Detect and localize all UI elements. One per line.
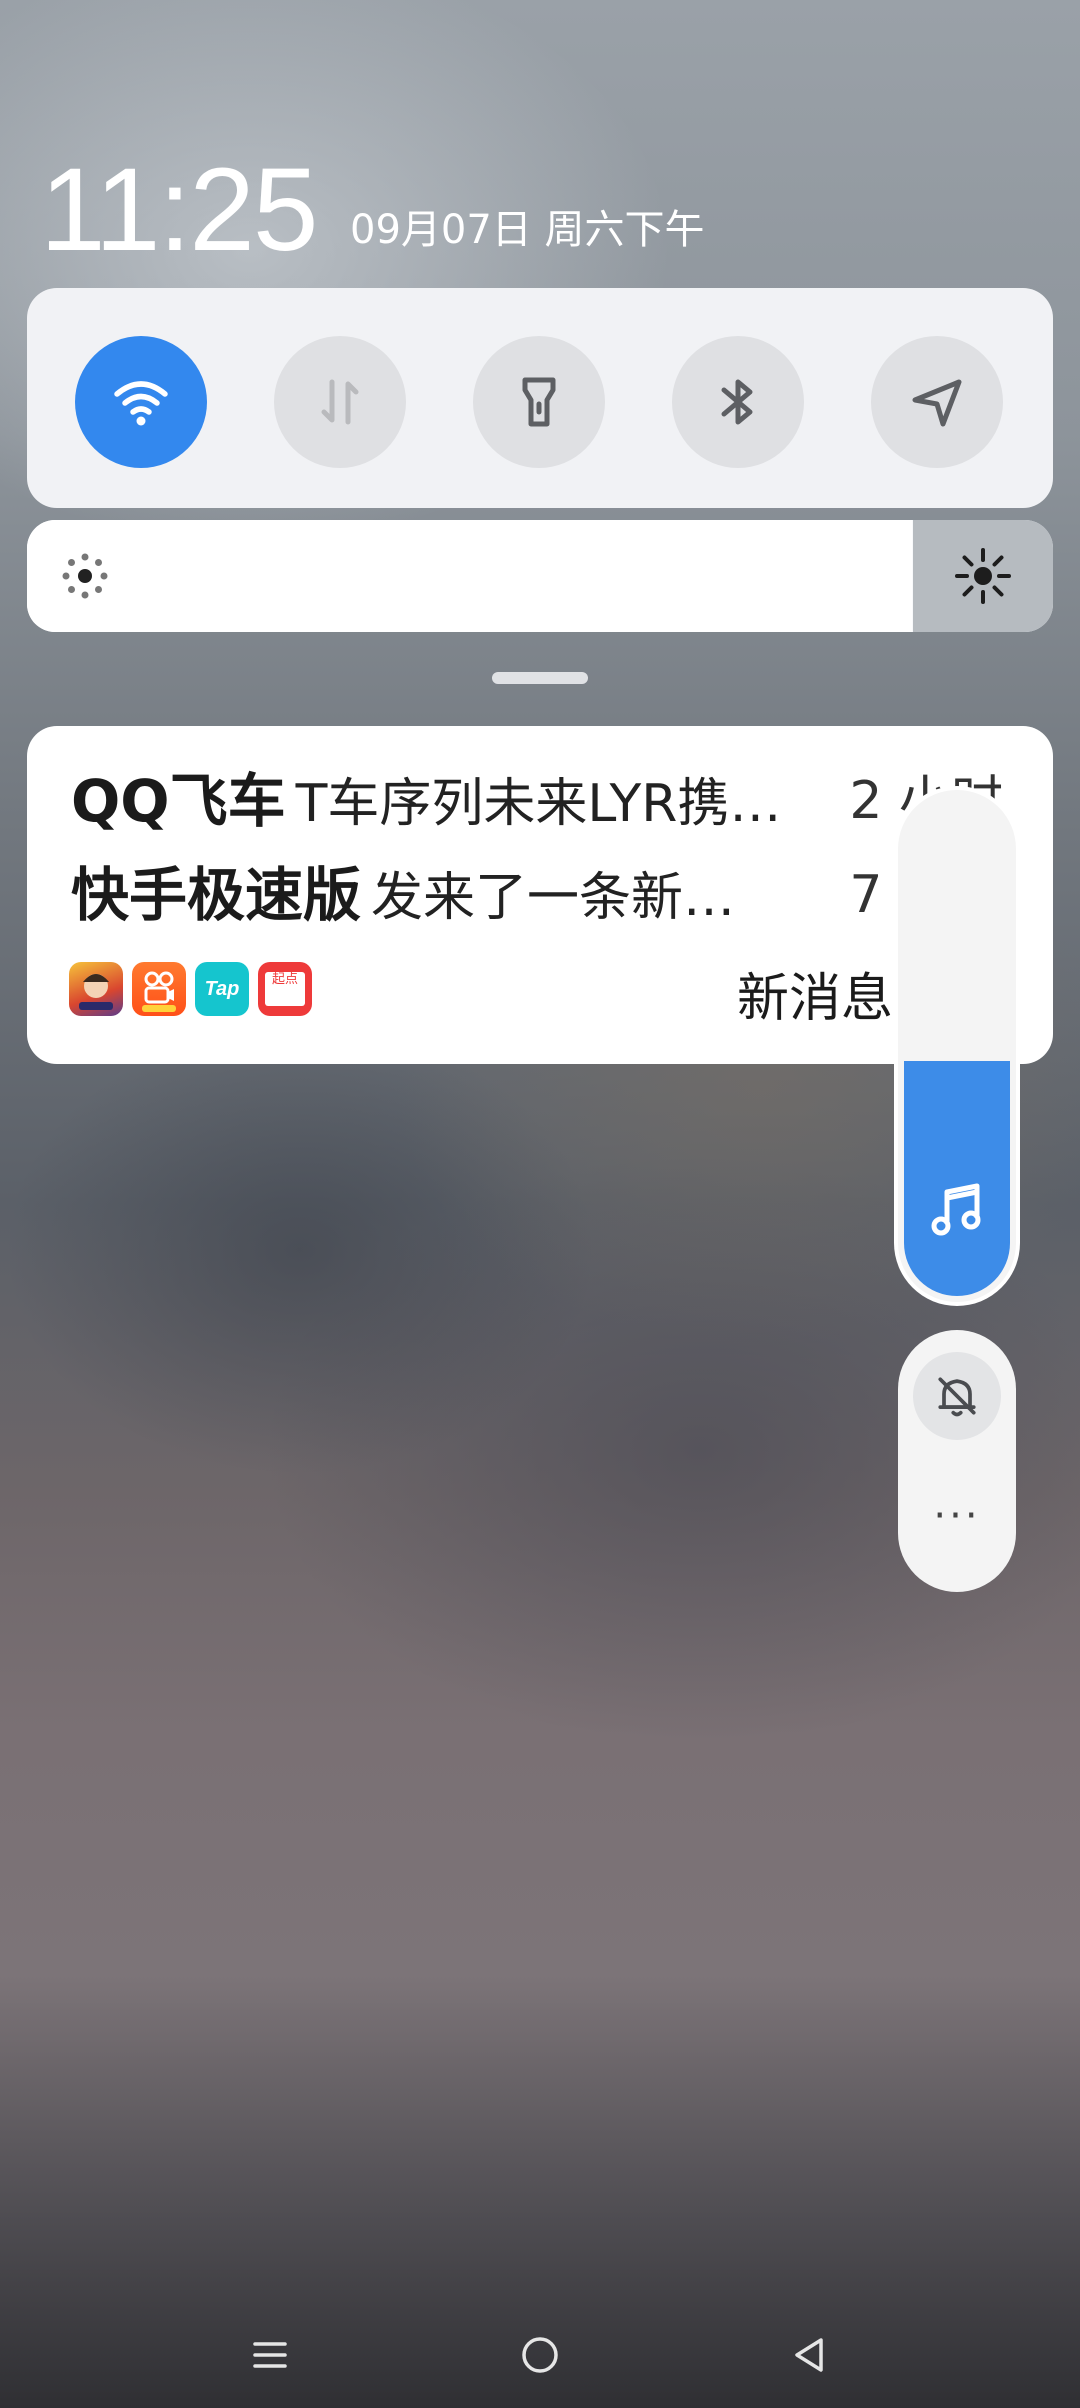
wifi-toggle[interactable]: [75, 336, 207, 468]
new-messages-label[interactable]: 新消息: [737, 964, 893, 1034]
location-toggle[interactable]: [871, 336, 1003, 468]
clock-date: 09月07日 周六下午: [350, 207, 705, 253]
brightness-fill: [27, 520, 912, 632]
home-icon[interactable]: [515, 2330, 565, 2380]
taptap-app-icon: Tap: [195, 962, 249, 1016]
brightness-high-area[interactable]: [913, 520, 1053, 632]
taptap-logo-text: Tap: [204, 977, 240, 1000]
volume-slider[interactable]: [898, 790, 1016, 1302]
ring-mode-panel: ···: [898, 1330, 1016, 1592]
location-icon: [912, 379, 962, 427]
qq-speed-app-icon: [69, 962, 123, 1016]
bluetooth-toggle[interactable]: [672, 336, 804, 468]
kuaishou-lite-app-icon: [132, 962, 186, 1016]
notification-app-name: 快手极速版: [71, 861, 362, 929]
qidian-logo-text: 起点: [271, 972, 298, 987]
app-icons-row: Tap 起点: [69, 962, 312, 1016]
brightness-high-icon: [955, 548, 1011, 604]
navigation-bar: [0, 2320, 1080, 2390]
back-icon[interactable]: [785, 2330, 835, 2380]
notification-text: T车序列未来LYR携…: [295, 774, 782, 834]
bell-off-icon: [938, 1377, 976, 1417]
bluetooth-icon: [721, 379, 753, 425]
wifi-icon: [114, 381, 168, 426]
flashlight-toggle[interactable]: [473, 336, 605, 468]
menu-icon[interactable]: [245, 2330, 295, 2380]
flashlight-icon: [522, 377, 556, 427]
qidian-app-icon: 起点: [258, 962, 312, 1016]
ring-mode-button[interactable]: [913, 1352, 1001, 1440]
brightness-low-icon: [62, 553, 108, 599]
brightness-slider[interactable]: [27, 520, 1053, 632]
notification-text: 发来了一条新…: [371, 868, 736, 928]
mobile-data-icon: [321, 379, 359, 425]
quick-settings-panel: [27, 288, 1053, 508]
notification-app-name: QQ飞车: [71, 767, 286, 835]
music-note-icon: [931, 1183, 981, 1236]
clock-time: 11:25: [40, 144, 319, 276]
notification-row[interactable]: QQ飞车T车序列未来LYR携… 2 小时: [71, 766, 1003, 836]
drag-handle[interactable]: [492, 672, 588, 684]
mobile-data-toggle[interactable]: [274, 336, 406, 468]
more-options-button[interactable]: ···: [898, 1496, 1016, 1536]
notification-row[interactable]: 快手极速版发来了一条新… 7 小时: [71, 860, 1003, 930]
